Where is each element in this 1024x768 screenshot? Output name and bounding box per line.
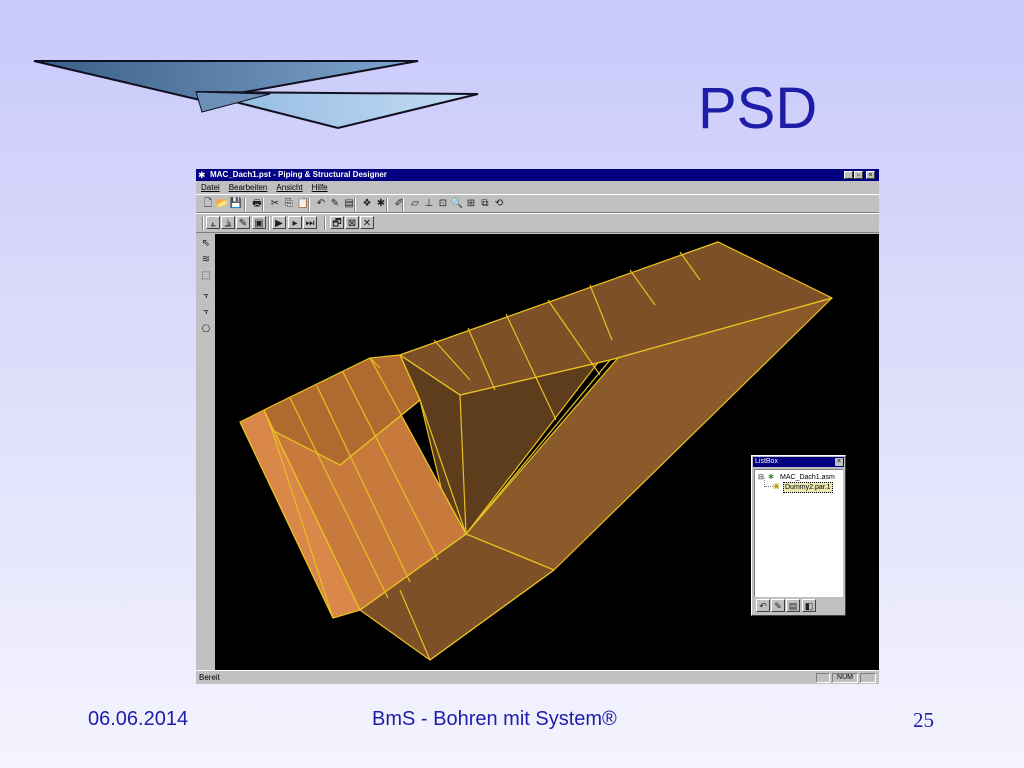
left-toolbar: ⇖ ≋ ⬚ ⫟ ⫟ ⎔ [196, 233, 215, 669]
menu-bearbeiten[interactable]: Bearbeiten [229, 183, 268, 192]
axis-icon[interactable]: ⊥ [422, 197, 436, 210]
insert-part-icon[interactable]: ⎔ [199, 323, 213, 336]
assembly-tree: ⊟ ✱ MAC_Dach1.asm ▣ Dummy2.par.1 [754, 469, 843, 597]
save-icon[interactable]: 💾 [229, 197, 243, 210]
toolbar-separator [202, 217, 204, 230]
pencil-icon[interactable]: ✎ [771, 599, 785, 612]
toolbar-separator [324, 217, 326, 230]
forward-icon[interactable]: ⏭ [303, 216, 317, 229]
tree-item-part[interactable]: Dummy2.par.1 [783, 482, 833, 493]
window-title: MAC_Dach1.pst - Piping & Structural Desi… [210, 170, 387, 179]
open-icon[interactable]: 📂 [215, 197, 229, 210]
pipe-tool-1-icon[interactable]: ⫠ [206, 216, 220, 229]
footer-company: BmS - Bohren mit System® [372, 708, 617, 730]
undo-icon[interactable]: ↶ [756, 599, 770, 612]
layers-icon[interactable]: ▤ [786, 599, 800, 612]
assembly-icon: ✱ [768, 474, 774, 481]
part-icon: ▣ [773, 483, 780, 490]
listbox-title: ListBox [755, 458, 778, 465]
listbox-window: ListBox × ⊟ ✱ MAC_Dach1.asm ▣ Dummy2.par… [751, 455, 846, 616]
toolbar-separator [308, 198, 310, 211]
undo-icon[interactable]: ↶ [314, 197, 328, 210]
cut-icon[interactable]: ✂ [268, 197, 282, 210]
pencil-icon[interactable]: ✎ [328, 197, 342, 210]
part-icon[interactable]: ◧ [802, 599, 816, 612]
solid-icon[interactable]: ⬚ [199, 269, 213, 282]
toolbar-separator [268, 217, 270, 230]
tree-item-assembly[interactable]: MAC_Dach1.asm [780, 473, 835, 482]
tree-expander-icon[interactable]: ⊟ [758, 473, 764, 482]
zoom-all-icon[interactable]: ⊞ [464, 197, 478, 210]
window-titlebar[interactable]: ✱ MAC_Dach1.pst - Piping & Structural De… [196, 169, 879, 181]
maximize-button[interactable]: ▫ [854, 171, 863, 179]
slide-title: PSD [698, 76, 818, 141]
menu-bar: Datei Bearbeiten Ansicht Hilfe [196, 181, 879, 194]
status-panel-scroll [860, 673, 876, 683]
status-text: Bereit [199, 673, 220, 682]
step-icon[interactable]: ▸ [288, 216, 302, 229]
select-arrow-icon[interactable]: ⇖ [199, 237, 213, 250]
footer-date: 06.06.2014 [88, 708, 189, 730]
status-panel-num: NUM [832, 673, 858, 683]
edit-window-icon[interactable]: ⊠ [345, 216, 359, 229]
component-icon[interactable]: ❖ [360, 197, 374, 210]
delete-icon[interactable]: ✕ [360, 216, 374, 229]
slide-logo-graphic [33, 60, 479, 130]
structure-icon[interactable]: ▣ [252, 216, 266, 229]
toolbar-separator [386, 198, 388, 211]
footer-page-number: 25 [913, 708, 934, 732]
app-icon: ✱ [198, 170, 206, 180]
menu-datei[interactable]: Datei [201, 183, 220, 192]
pipe-tool-2-icon[interactable]: ⫡ [221, 216, 235, 229]
profile-icon[interactable]: ≋ [199, 253, 213, 266]
new-icon[interactable]: 🗋 [201, 197, 215, 210]
listbox-titlebar[interactable]: ListBox × [753, 457, 844, 467]
flange-2-icon[interactable]: ⫟ [199, 305, 213, 318]
status-bar: Bereit NUM [196, 670, 879, 684]
refresh-icon[interactable]: ⟲ [492, 197, 506, 210]
main-toolbar: 🗋 📂 💾 🖶 ✂ ⎘ 📋 ↶ ✎ ▤ ❖ ✱ ✐ ▱ ⊥ ⊡ 🔍 ⊞ ⧉ ⟲ [196, 194, 879, 213]
zoom-window-icon[interactable]: ⊡ [436, 197, 450, 210]
views-icon[interactable]: ⧉ [478, 197, 492, 210]
status-panel-caps [816, 673, 830, 683]
tree-connector [765, 486, 773, 487]
edit-pipe-icon[interactable]: ✎ [236, 216, 250, 229]
window-settings-icon[interactable]: 🗗 [330, 216, 344, 229]
minimize-button[interactable]: _ [844, 171, 853, 179]
flange-1-icon[interactable]: ⫟ [199, 289, 213, 302]
toolbar-separator [244, 198, 246, 211]
pipe-toolbar: ⫠ ⫡ ✎ ▣ ▶ ▸ ⏭ 🗗 ⊠ ✕ [196, 213, 879, 233]
menu-ansicht[interactable]: Ansicht [276, 183, 302, 192]
close-button[interactable]: × [866, 171, 875, 179]
menu-hilfe[interactable]: Hilfe [312, 183, 328, 192]
copy-icon[interactable]: ⎘ [282, 197, 296, 210]
zoom-icon[interactable]: 🔍 [450, 197, 464, 210]
toolbar-separator [262, 198, 264, 211]
box-icon[interactable]: ▱ [408, 197, 422, 210]
toolbar-separator [354, 198, 356, 211]
listbox-close-button[interactable]: × [835, 458, 843, 466]
toolbar-separator [402, 198, 404, 211]
play-icon[interactable]: ▶ [272, 216, 286, 229]
